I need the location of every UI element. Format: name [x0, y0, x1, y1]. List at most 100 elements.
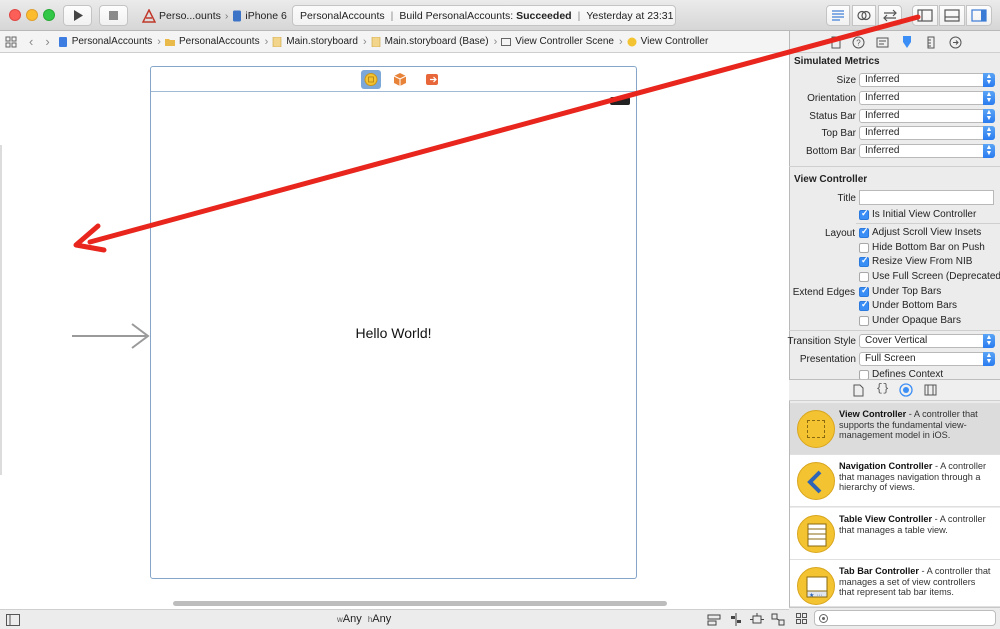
stop-button[interactable] — [99, 5, 128, 26]
file-template-library-icon[interactable] — [853, 384, 864, 397]
library-filter-input[interactable] — [814, 610, 996, 626]
hide-bottom-bar-checkbox[interactable] — [859, 243, 869, 253]
activity-project: PersonalAccounts — [300, 9, 385, 22]
library-item-table-view-controller[interactable]: Table View Controller - A controller tha… — [790, 508, 1000, 560]
orientation-popup[interactable]: Inferred ▲ ▼ — [859, 91, 995, 105]
run-button[interactable] — [63, 5, 92, 26]
attributes-inspector-icon[interactable] — [900, 35, 914, 49]
under-top-bars-checkbox[interactable] — [859, 285, 869, 297]
title-field[interactable] — [859, 190, 994, 205]
library-item-tab-bar-controller[interactable]: ★ ⋯ Tab Bar Controller - A controller th… — [790, 560, 1000, 607]
activity-viewer: PersonalAccounts | Build PersonalAccount… — [292, 5, 676, 26]
storyboard-canvas[interactable]: Hello World! — [0, 53, 789, 609]
object-library-icon[interactable] — [899, 383, 913, 397]
popup-value: Inferred — [865, 145, 900, 156]
identity-inspector-icon[interactable] — [876, 36, 889, 49]
activity-time: Yesterday at 23:31 — [586, 9, 674, 22]
resize-from-nib-label: Resize View From NIB — [872, 256, 973, 267]
close-window-button[interactable] — [9, 9, 21, 21]
file-inspector-icon[interactable] — [830, 36, 842, 49]
canvas-edge — [0, 145, 2, 475]
view-controller-scene[interactable]: Hello World! — [150, 66, 637, 579]
destination-name: iPhone 6 — [245, 9, 287, 22]
left-panel-icon — [917, 9, 933, 22]
jumpbar-item-scene[interactable]: View Controller Scene › — [501, 36, 626, 48]
connections-inspector-icon[interactable] — [949, 36, 962, 49]
jumpbar-item-storyboard-base[interactable]: Main.storyboard (Base) › — [371, 36, 502, 48]
svg-text:?: ? — [856, 39, 861, 48]
jumpbar-item-folder[interactable]: PersonalAccounts › — [164, 36, 272, 48]
right-panel-icon — [971, 9, 987, 22]
hello-world-label[interactable]: Hello World! — [151, 325, 636, 341]
toggle-navigator-button[interactable] — [912, 5, 938, 26]
pin-icon[interactable] — [750, 613, 764, 626]
top-bar-popup[interactable]: Inferred ▲ ▼ — [859, 126, 995, 140]
back-button[interactable]: ‹ — [29, 34, 33, 49]
popup-arrows-icon: ▲ ▼ — [983, 91, 995, 105]
scheme-selector[interactable]: Perso...ounts › iPhone 6 — [137, 5, 288, 26]
version-editor-button[interactable] — [878, 5, 902, 26]
code-snippet-library-icon[interactable]: {} — [876, 383, 889, 395]
scene-dock-vc-selected[interactable] — [361, 70, 381, 89]
forward-button[interactable]: › — [45, 34, 49, 49]
assistant-editor-button[interactable] — [852, 5, 876, 26]
document-outline-toggle-icon[interactable] — [6, 614, 20, 626]
resize-from-nib-checkbox[interactable] — [859, 255, 869, 267]
zoom-window-button[interactable] — [43, 9, 55, 21]
media-library-icon[interactable] — [924, 384, 937, 396]
exit-icon[interactable] — [424, 71, 440, 88]
resolve-auto-layout-icon[interactable] — [771, 613, 785, 626]
under-opaque-bars-label: Under Opaque Bars — [872, 315, 961, 326]
stack-icon[interactable] — [707, 613, 721, 626]
status-bar-popup[interactable]: Inferred ▲ ▼ — [859, 109, 995, 123]
bottom-bar-popup[interactable]: Inferred ▲ ▼ — [859, 144, 995, 158]
first-responder-icon[interactable] — [392, 71, 408, 88]
library-item-text: Navigation Controller - A controller tha… — [839, 461, 991, 493]
library-item-name: Table View Controller — [839, 514, 933, 524]
size-class-control[interactable]: wAny hAny — [337, 613, 391, 625]
storyboard-file-icon — [272, 36, 282, 47]
use-full-screen-checkbox[interactable] — [859, 272, 869, 282]
canvas-horizontal-scrollbar[interactable] — [173, 601, 667, 606]
adjust-scroll-insets-checkbox[interactable] — [859, 226, 869, 238]
jumpbar-item-project[interactable]: PersonalAccounts › — [58, 36, 165, 48]
under-bottom-bars-checkbox[interactable] — [859, 299, 869, 311]
popup-value: Cover Vertical — [865, 335, 928, 346]
toggle-debug-area-button[interactable] — [939, 5, 965, 26]
toggle-utilities-button[interactable] — [966, 5, 992, 26]
align-icon[interactable] — [729, 613, 743, 626]
view-controller-icon — [797, 410, 835, 448]
jumpbar-label: View Controller Scene — [515, 36, 614, 47]
library-item-navigation-controller[interactable]: Navigation Controller - A controller tha… — [790, 455, 1000, 507]
library-item-text: View Controller - A controller that supp… — [839, 409, 991, 441]
initial-vc-checkbox[interactable] — [859, 208, 869, 220]
quick-help-icon[interactable]: ? — [852, 36, 865, 49]
minimize-window-button[interactable] — [26, 9, 38, 21]
under-opaque-bars-checkbox[interactable] — [859, 316, 869, 326]
bottom-panel-icon — [944, 9, 960, 22]
scene-icon — [501, 37, 512, 46]
jumpbar-item-view-controller[interactable]: View Controller — [627, 36, 708, 47]
popup-value: Inferred — [865, 92, 900, 103]
jumpbar-item-storyboard[interactable]: Main.storyboard › — [272, 36, 370, 48]
jumpbar-label: PersonalAccounts — [178, 36, 260, 47]
related-items-icon[interactable] — [3, 35, 25, 49]
layout-label: Layout — [824, 228, 855, 239]
jumpbar-label: Main.storyboard — [286, 36, 358, 47]
size-class-w: Any — [342, 613, 362, 625]
jumpbar-label: Main.storyboard (Base) — [384, 36, 489, 47]
under-bottom-bars-label: Under Bottom Bars — [872, 300, 958, 311]
initial-vc-entry-arrow-icon[interactable] — [70, 321, 152, 351]
transition-style-popup[interactable]: Cover Vertical ▲ ▼ — [859, 334, 995, 348]
size-popup[interactable]: Inferred ▲ ▼ — [859, 73, 995, 87]
section-divider — [789, 166, 1000, 167]
library-item-name: Navigation Controller — [839, 461, 933, 471]
jumpbar-label: PersonalAccounts — [71, 36, 153, 47]
activity-build-status: Succeeded — [516, 9, 572, 22]
library-item-view-controller[interactable]: View Controller - A controller that supp… — [790, 403, 1000, 455]
presentation-popup[interactable]: Full Screen ▲ ▼ — [859, 352, 995, 366]
popup-arrows-icon: ▲ ▼ — [983, 334, 995, 348]
size-inspector-icon[interactable] — [926, 36, 936, 49]
grid-view-icon[interactable] — [796, 613, 807, 624]
standard-editor-button[interactable] — [826, 5, 850, 26]
